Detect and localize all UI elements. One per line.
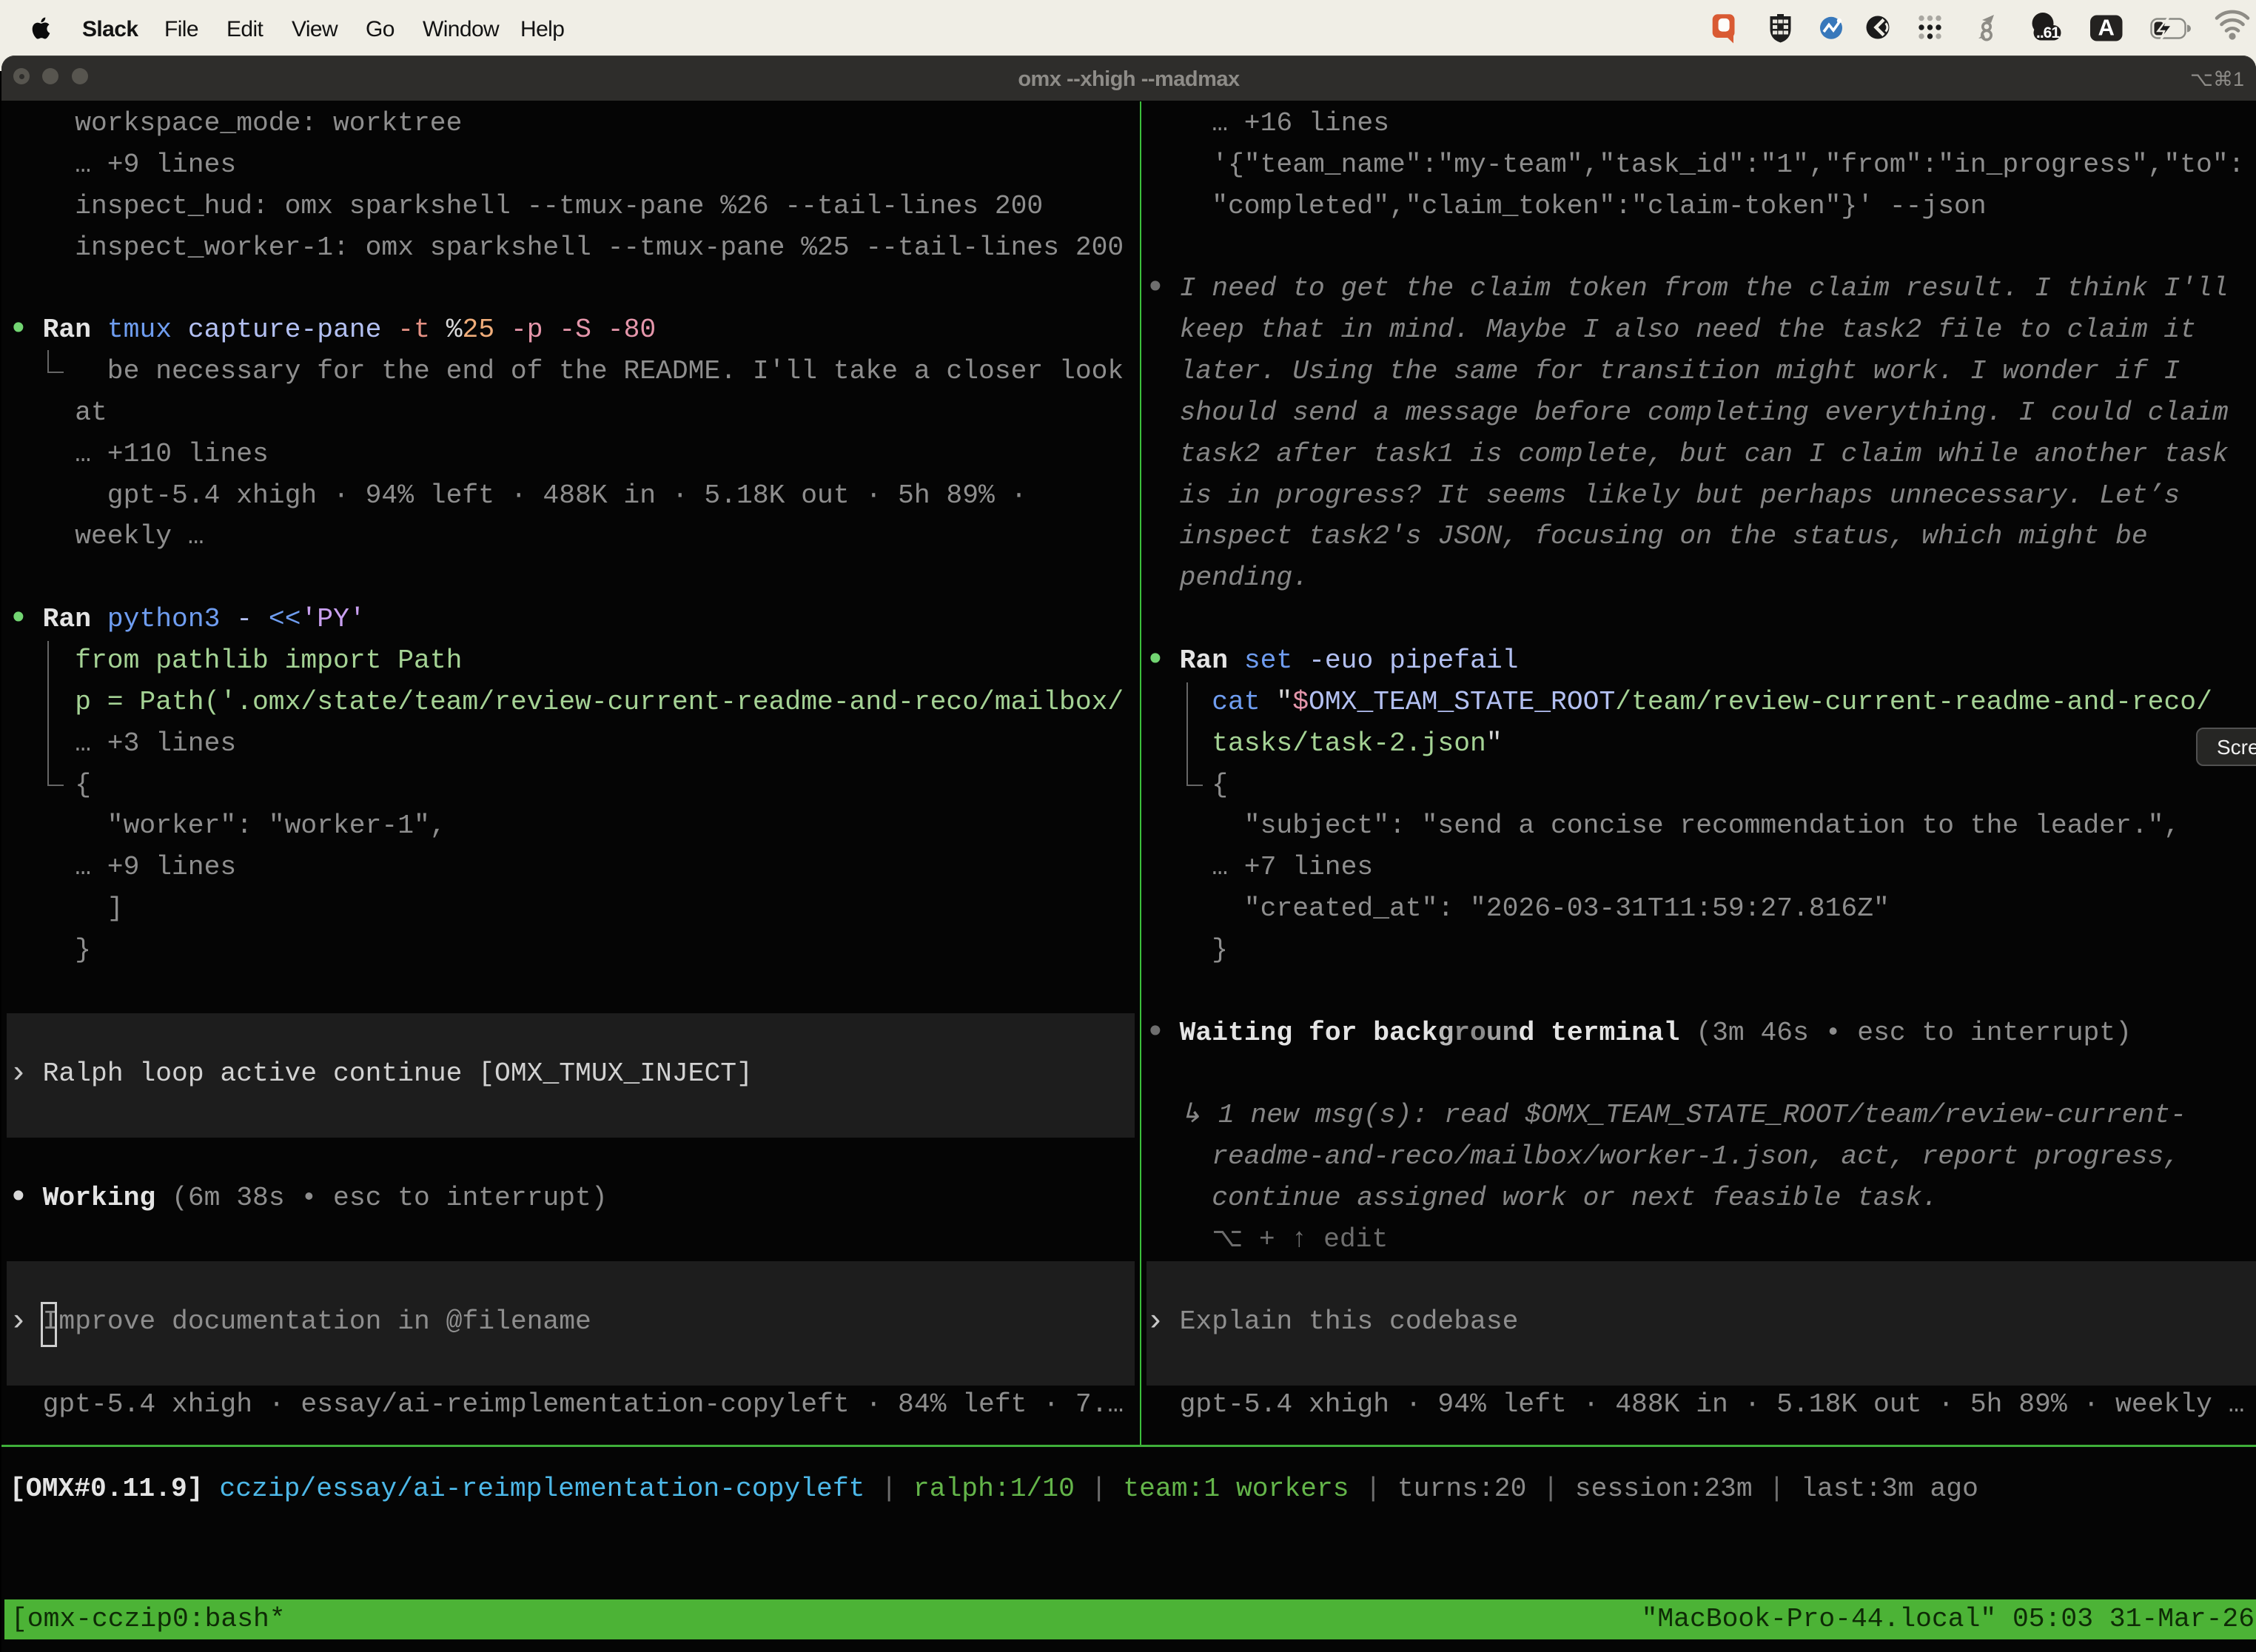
svg-text:..61: ..61 [2036, 24, 2060, 41]
svg-text:A: A [2098, 15, 2115, 41]
